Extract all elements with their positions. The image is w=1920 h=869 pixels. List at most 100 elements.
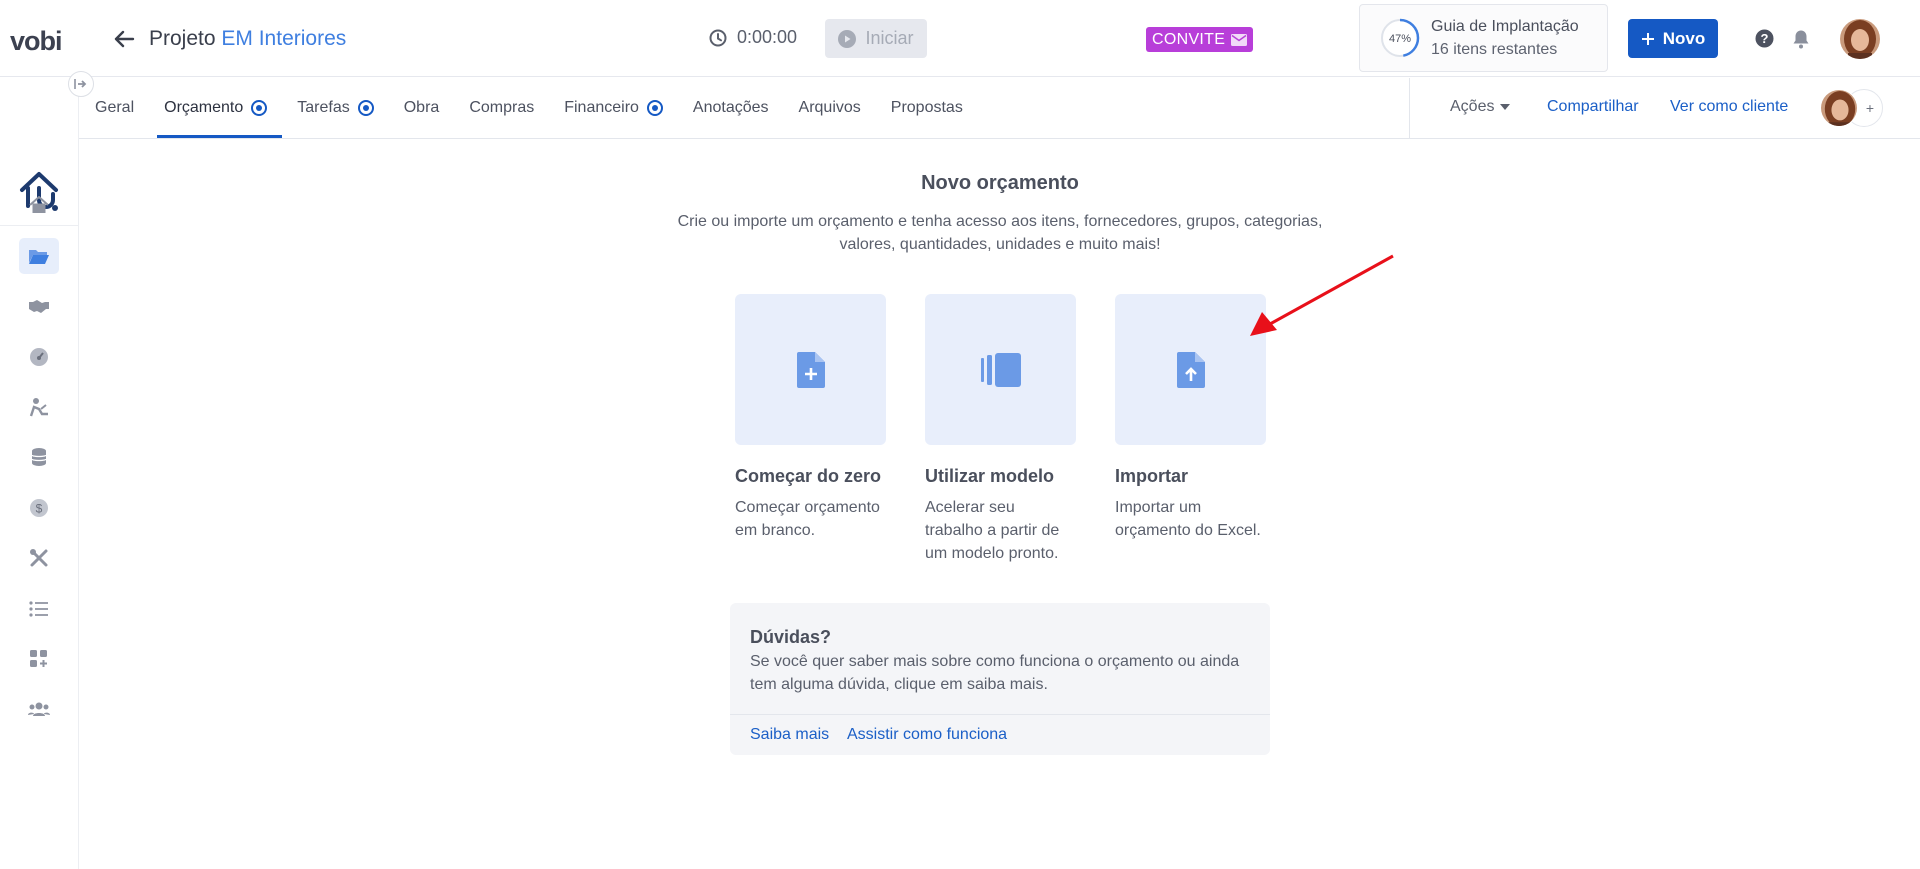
- apps-add-icon: [30, 650, 47, 667]
- user-avatar[interactable]: [1840, 19, 1880, 59]
- play-icon: [838, 29, 857, 48]
- watch-how-it-works-link[interactable]: Assistir como funciona: [847, 726, 1007, 744]
- sidebar-item-clients[interactable]: [19, 288, 59, 324]
- sidebar-item-lists[interactable]: [19, 591, 59, 627]
- sidebar-toggle-button[interactable]: [68, 71, 94, 97]
- app-logo[interactable]: vobi: [10, 26, 63, 57]
- users-icon: [28, 702, 50, 716]
- tab-obra[interactable]: Obra: [389, 78, 455, 138]
- sidebar-item-projects[interactable]: [19, 238, 59, 274]
- invite-label: CONVITE: [1152, 30, 1226, 48]
- project-name[interactable]: EM Interiores: [221, 27, 346, 50]
- tab-indicator-icon: [251, 100, 268, 116]
- coins-icon: [31, 448, 47, 466]
- page-title: Projeto EM Interiores: [149, 27, 346, 51]
- clock-icon: [709, 29, 727, 46]
- help-title: Dúvidas?: [750, 627, 832, 647]
- caret-down-icon: [1500, 104, 1511, 110]
- dollar-icon: $: [30, 499, 48, 517]
- learn-more-link[interactable]: Saiba mais: [750, 726, 829, 744]
- guide-title: Guia de Implantação: [1431, 18, 1579, 35]
- help-divider: [730, 714, 1270, 715]
- project-tabs: Geral Orçamento Tarefas Obra Compras Fin…: [80, 78, 978, 138]
- sidebar-item-team[interactable]: [19, 691, 59, 727]
- tab-label: Financeiro: [564, 99, 639, 116]
- sidebar-divider: [0, 225, 79, 226]
- option-title: Importar: [1115, 466, 1189, 486]
- avatar-image: [1840, 19, 1880, 59]
- add-member-label: +: [1865, 100, 1874, 116]
- guide-progress-ring: 47%: [1380, 18, 1420, 58]
- start-from-scratch-card[interactable]: [735, 294, 886, 445]
- new-button[interactable]: Novo: [1628, 19, 1718, 58]
- folder-icon: [29, 250, 49, 264]
- home-icon: [29, 196, 49, 213]
- project-prefix: Projeto: [149, 27, 216, 50]
- tab-compras[interactable]: Compras: [454, 78, 549, 138]
- section-title: Novo orçamento: [921, 172, 1079, 194]
- section-description: Crie ou importe um orçamento e tenha ace…: [677, 213, 1323, 253]
- template-stack-icon: [980, 352, 1021, 387]
- tab-indicator-icon: [357, 100, 374, 116]
- tab-label: Orçamento: [164, 99, 244, 116]
- option-description: Importar um orçamento do Excel.: [1115, 499, 1261, 539]
- sidebar-item-apps[interactable]: [19, 641, 59, 677]
- sidebar-item-financial[interactable]: $: [19, 490, 59, 526]
- tab-tarefas[interactable]: Tarefas: [282, 78, 388, 138]
- start-timer-button[interactable]: Iniciar: [825, 19, 927, 58]
- tab-orcamento[interactable]: Orçamento: [149, 78, 283, 138]
- actions-label: Ações: [1450, 98, 1495, 115]
- member-avatar[interactable]: [1820, 89, 1858, 127]
- envelope-icon: [1231, 33, 1248, 46]
- annotation-arrow-icon: [1250, 254, 1394, 336]
- tools-icon: [30, 549, 48, 567]
- sidebar: $: [0, 77, 79, 869]
- tab-financeiro[interactable]: Financeiro: [549, 78, 678, 138]
- guide-subtitle: 16 itens restantes: [1431, 41, 1558, 58]
- file-plus-icon: [796, 351, 825, 388]
- help-icon[interactable]: ?: [1755, 29, 1774, 48]
- svg-text:$: $: [36, 502, 43, 516]
- sidebar-item-tools[interactable]: [19, 540, 59, 576]
- option-description: Acelerar seu trabalho a partir de um mod…: [925, 499, 1060, 562]
- sidebar-item-works[interactable]: [19, 389, 59, 425]
- start-label: Iniciar: [865, 28, 914, 48]
- expand-icon: [74, 79, 87, 89]
- file-upload-icon: [1176, 351, 1205, 388]
- tab-label: Tarefas: [297, 99, 350, 116]
- tab-label: Obra: [403, 99, 440, 116]
- tab-label: Anotações: [692, 99, 769, 116]
- arrow-left-icon: [114, 30, 135, 48]
- bell-icon[interactable]: [1792, 29, 1810, 49]
- option-description: Começar orçamento em branco.: [735, 499, 880, 539]
- gauge-icon: [30, 348, 48, 366]
- top-bar: vobi Projeto EM Interiores 0:00:00 Inici…: [0, 0, 1920, 77]
- svg-text:?: ?: [1761, 31, 1769, 46]
- timer: 0:00:00: [709, 27, 797, 48]
- actions-dropdown[interactable]: Ações: [1450, 98, 1511, 116]
- guide-percent: 47%: [1389, 33, 1411, 45]
- tab-arquivos[interactable]: Arquivos: [784, 78, 876, 138]
- new-label: Novo: [1662, 28, 1706, 48]
- tab-indicator-icon: [646, 100, 663, 116]
- use-template-card[interactable]: [925, 294, 1076, 445]
- tab-label: Propostas: [890, 99, 963, 116]
- view-as-client-link[interactable]: Ver como cliente: [1670, 98, 1788, 116]
- help-description: Se você quer saber mais sobre como funci…: [750, 653, 1240, 693]
- tab-label: Compras: [469, 99, 535, 116]
- implementation-guide[interactable]: 47% Guia de Implantação 16 itens restant…: [1359, 4, 1608, 72]
- sidebar-item-budget[interactable]: [19, 439, 59, 475]
- worker-icon: [29, 398, 48, 417]
- tab-propostas[interactable]: Propostas: [876, 78, 978, 138]
- tab-label: Arquivos: [798, 99, 861, 116]
- help-box: Dúvidas? Se você quer saber mais sobre c…: [730, 603, 1270, 755]
- invite-button[interactable]: CONVITE: [1146, 27, 1254, 52]
- back-button[interactable]: [110, 25, 138, 53]
- list-icon: [29, 601, 48, 617]
- timer-value: 0:00:00: [737, 27, 798, 47]
- sidebar-item-dashboard[interactable]: [19, 339, 59, 375]
- option-title: Utilizar modelo: [925, 466, 1055, 486]
- tab-anotacoes[interactable]: Anotações: [678, 78, 784, 138]
- share-link[interactable]: Compartilhar: [1547, 98, 1639, 116]
- tab-label: Geral: [95, 99, 135, 116]
